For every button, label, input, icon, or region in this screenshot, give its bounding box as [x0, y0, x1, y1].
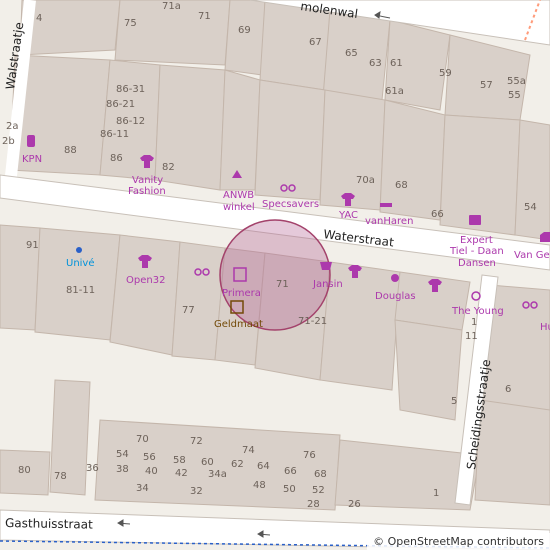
- attribution-text[interactable]: © OpenStreetMap contributors: [367, 533, 550, 550]
- house-number: 86-11: [100, 129, 129, 140]
- poi-open32: Open32: [126, 275, 165, 286]
- house-number: 60: [201, 457, 214, 468]
- house-number: 71-21: [298, 316, 327, 327]
- house-number: 66: [431, 209, 444, 220]
- house-number: 2b: [2, 136, 15, 147]
- poi-fashion: Fashion: [128, 186, 166, 197]
- house-number: 32: [190, 486, 203, 497]
- house-number: 1: [471, 317, 477, 328]
- poi-vanharen: vanHaren: [365, 216, 413, 227]
- house-number: 78: [54, 471, 67, 482]
- house-number: 34: [136, 483, 149, 494]
- house-number: 54: [116, 449, 129, 460]
- house-number: 80: [18, 465, 31, 476]
- poi-hu: Hu: [540, 322, 550, 333]
- poi-winkel: winkel: [223, 202, 255, 213]
- house-number: 82: [162, 162, 175, 173]
- poi-unive: Univé: [66, 257, 95, 269]
- house-number: 63: [369, 58, 382, 69]
- house-number: 28: [307, 499, 320, 510]
- house-number: 55: [508, 90, 521, 101]
- house-number: 5: [451, 396, 457, 407]
- house-number: 68: [314, 469, 327, 480]
- house-number: 57: [480, 80, 493, 91]
- perfume-icon: [391, 274, 399, 282]
- house-number: 68: [395, 180, 408, 191]
- house-number: 59: [439, 68, 452, 79]
- basket-icon: [320, 262, 332, 270]
- poi-dansen: Dansen: [458, 258, 496, 269]
- house-number: 50: [283, 484, 296, 495]
- house-number: 76: [303, 450, 316, 461]
- phone-icon: [27, 135, 35, 147]
- poi-anwb: ANWB: [223, 190, 254, 201]
- house-number: 88: [64, 145, 77, 156]
- poi-kpn: KPN: [22, 154, 42, 165]
- house-number: 91: [26, 240, 39, 251]
- house-number: 26: [348, 499, 361, 510]
- house-number: 77: [182, 305, 195, 316]
- house-number: 54: [524, 202, 537, 213]
- house-number: 71: [276, 279, 289, 290]
- poi-primera: Primera: [222, 288, 261, 299]
- house-number: 55a: [507, 76, 526, 87]
- map-view[interactable]: Walstraatje Waterstraat Scheidingsstraat…: [0, 0, 550, 550]
- shoe-icon: [380, 203, 392, 207]
- poi-specsavers: Specsavers: [262, 199, 319, 210]
- house-number: 48: [253, 480, 266, 491]
- house-number: 2a: [6, 121, 19, 132]
- house-number: 71a: [162, 1, 181, 12]
- poi-geldmaat: Geldmaat: [214, 319, 263, 330]
- house-number: 52: [312, 485, 325, 496]
- house-number: 67: [309, 37, 322, 48]
- house-number: 86-31: [116, 84, 145, 95]
- poi-yac: YAC: [338, 210, 358, 221]
- house-number: 86-12: [116, 116, 145, 127]
- house-number: 81-11: [66, 285, 95, 296]
- house-number: 72: [190, 436, 203, 447]
- house-number: 71: [198, 11, 211, 22]
- house-number: 11: [465, 331, 478, 342]
- house-number: 75: [124, 18, 137, 29]
- house-number: 62: [231, 459, 244, 470]
- house-number: 6: [505, 384, 511, 395]
- poi-douglas: Douglas: [375, 291, 416, 302]
- house-number: 64: [257, 461, 270, 472]
- poi-expert: Expert: [460, 235, 493, 246]
- house-number: 34a: [208, 469, 227, 480]
- tv-icon: [469, 215, 481, 225]
- house-number: 42: [175, 468, 188, 479]
- office-icon: [76, 247, 82, 253]
- house-number: 86-21: [106, 99, 135, 110]
- street-gasthuisstraat: Gasthuisstraat: [5, 516, 93, 532]
- house-number: 69: [238, 25, 251, 36]
- house-number: 70a: [356, 175, 375, 186]
- house-number: 61a: [385, 86, 404, 97]
- house-number: 74: [242, 445, 255, 456]
- house-number: 70: [136, 434, 149, 445]
- house-number: 66: [284, 466, 297, 477]
- house-number: 65: [345, 48, 358, 59]
- house-number: 61: [390, 58, 403, 69]
- poi-vanity: Vanity: [132, 175, 163, 186]
- poi-jansin: Jansin: [312, 279, 343, 290]
- house-number: 58: [173, 455, 186, 466]
- poi-the-young: The Young: [451, 306, 504, 317]
- house-number: 40: [145, 466, 158, 477]
- map-canvas[interactable]: Walstraatje Waterstraat Scheidingsstraat…: [0, 0, 550, 550]
- house-number: 4: [36, 13, 42, 24]
- poi-van-ge: Van Ge: [514, 250, 550, 261]
- house-number: 56: [143, 452, 156, 463]
- house-number: 38: [116, 464, 129, 475]
- house-number: 36: [86, 463, 99, 474]
- house-number: 86: [110, 153, 123, 164]
- poi-tiel-daan: Tiel - Daan: [449, 246, 504, 257]
- house-number: 1: [433, 488, 439, 499]
